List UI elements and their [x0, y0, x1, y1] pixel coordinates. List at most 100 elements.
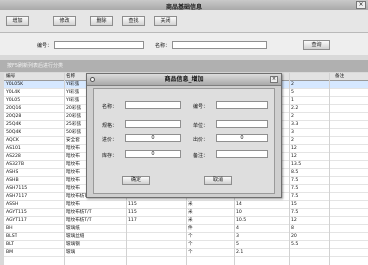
column-divider: [329, 73, 330, 265]
table-cell: BM: [6, 250, 14, 255]
table-cell: 15: [291, 202, 297, 207]
sale-price-label: 出价：: [193, 137, 209, 143]
table-cell: 20Q28: [6, 114, 22, 119]
spec-field[interactable]: [125, 120, 181, 128]
table-cell: 115: [128, 210, 137, 215]
table-cell: 50彩弦: [66, 130, 82, 135]
table-cell: 117: [128, 218, 137, 223]
table-cell: 安全套: [66, 138, 80, 143]
table-cell: BLST: [6, 234, 18, 239]
table-cell: 暗纹布: [66, 186, 80, 191]
table-cell: 3: [291, 130, 294, 135]
table-cell: YI彩弦: [66, 82, 80, 87]
table-cell: 个: [188, 234, 193, 239]
header-remark: 备注: [335, 74, 345, 79]
code-field[interactable]: [216, 101, 268, 109]
table-cell: 10: [236, 210, 242, 215]
table-cell: 20彩弦: [66, 106, 82, 111]
unit-label: 单位：: [193, 123, 209, 129]
dialog-app-icon: [90, 77, 95, 82]
purchase-price-field[interactable]: 0: [125, 134, 181, 142]
table-cell: 米: [188, 210, 193, 215]
table-cell: 25Q4K: [6, 122, 22, 127]
purchase-price-label: 进价：: [102, 137, 118, 143]
toolbar: 增加 修改 删除 查找 关闭: [0, 10, 368, 33]
table-cell: YI彩弦: [66, 98, 80, 103]
table-cell: 暗纹布: [66, 146, 80, 151]
name-search-input[interactable]: [172, 41, 267, 49]
find-button[interactable]: 查找: [122, 16, 145, 26]
table-cell: 8: [291, 226, 294, 231]
table-cell: 暗纹布: [66, 170, 80, 175]
table-cell: 玻璃纸: [66, 226, 80, 231]
table-cell: 暗纹布: [66, 162, 80, 167]
table-cell: 25彩弦: [66, 122, 82, 127]
table-cell: 20Q16: [6, 106, 22, 111]
cancel-button[interactable]: 取消: [204, 176, 232, 185]
table-cell: AS327B: [6, 162, 24, 167]
name-search-label: 名称：: [155, 43, 171, 49]
table-cell: 2: [291, 82, 294, 87]
query-button[interactable]: 查询: [303, 40, 330, 50]
table-cell: AS101: [6, 146, 21, 151]
table-cell: 12: [291, 154, 297, 159]
table-cell: AGYT117: [6, 218, 27, 223]
table-cell: 3.3: [291, 122, 299, 127]
table-cell: 米: [188, 218, 193, 223]
table-cell: 5: [291, 90, 294, 95]
table-cell: YI彩弦: [66, 90, 80, 95]
table-cell: ASHS: [6, 170, 19, 175]
table-cell: 2.1: [236, 250, 244, 255]
table-cell: 个: [188, 242, 193, 247]
table-cell: 玻璃钢: [66, 242, 80, 247]
table-cell: 12: [291, 146, 297, 151]
table-cell: ASH7115: [6, 186, 28, 191]
table-cell: 10.5: [236, 218, 247, 223]
table-cell: 暗纹布: [66, 178, 80, 183]
table-cell: 7.5: [291, 178, 299, 183]
table-cell: 115: [128, 202, 137, 207]
table-cell: Y0L05: [6, 98, 21, 103]
table-cell: AS228: [6, 154, 21, 159]
table-cell: 4: [236, 226, 239, 231]
table-cell: 暗纹布纺T/T: [66, 210, 92, 215]
table-cell: 暗纹布纺T/T: [66, 218, 92, 223]
table-cell: 件: [188, 226, 193, 231]
close-button[interactable]: 关闭: [154, 16, 177, 26]
stock-field[interactable]: 0: [125, 150, 181, 158]
hint-bar: 按F5刷新列表后进行分类: [0, 60, 368, 72]
table-cell: ASSH: [6, 202, 19, 207]
name-field[interactable]: [125, 101, 181, 109]
ok-button[interactable]: 确定: [122, 176, 150, 185]
add-product-dialog: 商品信息_增加 × 名称： 编号： 规格： 单位： 进价： 0 出价： 0 库存…: [86, 73, 282, 198]
table-cell: 米: [188, 202, 193, 207]
table-cell: 7.5: [291, 210, 299, 215]
table-cell: 2: [291, 114, 294, 119]
code-search-input[interactable]: [54, 41, 144, 49]
table-cell: 20彩弦: [66, 114, 82, 119]
table-cell: ASHB: [6, 178, 19, 183]
sale-price-field[interactable]: 0: [216, 134, 268, 142]
column-divider: [64, 73, 65, 265]
name-label: 名称：: [102, 104, 118, 110]
table-cell: 2: [291, 138, 294, 143]
remark-label: 备注：: [193, 153, 209, 159]
unit-field[interactable]: [216, 120, 268, 128]
table-cell: 玻璃: [66, 250, 76, 255]
delete-button[interactable]: 删除: [90, 16, 113, 26]
table-cell: 玻璃丝缝: [66, 234, 85, 239]
window-close-button[interactable]: ×: [356, 1, 366, 9]
remark-field[interactable]: [216, 150, 268, 158]
modify-button[interactable]: 修改: [53, 16, 76, 26]
add-button[interactable]: 增加: [6, 16, 29, 26]
table-cell: Y0L4K: [6, 90, 21, 95]
dialog-close-button[interactable]: ×: [270, 76, 278, 83]
table-cell: 12: [291, 218, 297, 223]
dialog-title: 商品信息_增加: [87, 74, 281, 86]
table-cell: 8.5: [291, 170, 299, 175]
table-cell: AGYT115: [6, 210, 27, 215]
header-name: 名称: [66, 74, 76, 79]
table-cell: Y0L05K: [6, 82, 24, 87]
table-cell: 1: [291, 98, 294, 103]
table-cell: BLT: [6, 242, 14, 247]
